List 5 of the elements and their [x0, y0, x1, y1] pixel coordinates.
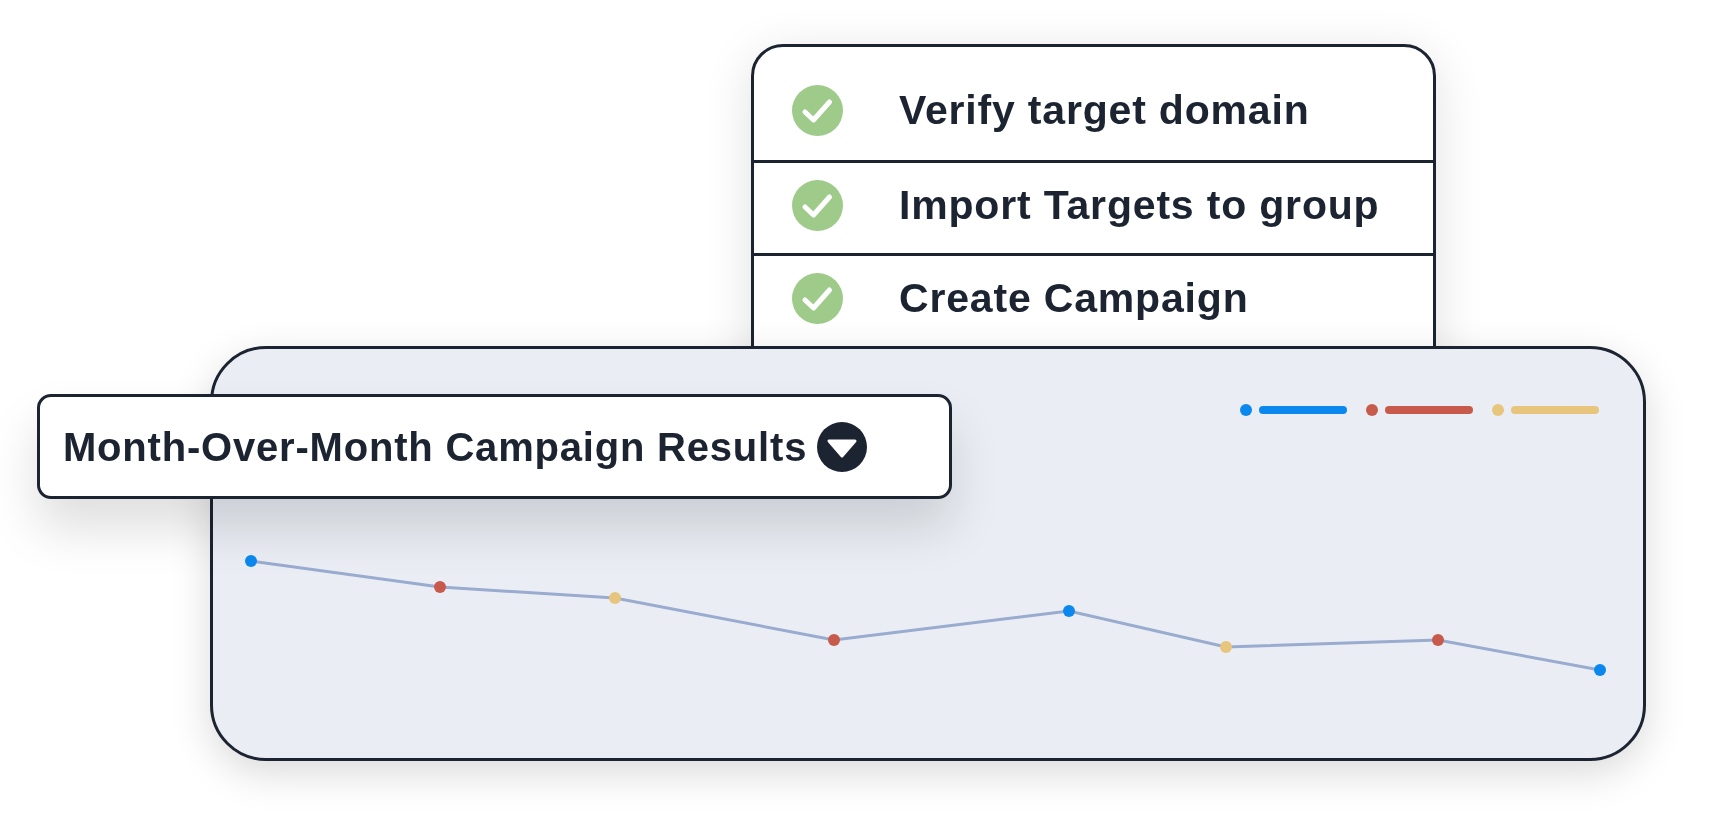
checklist-item-label: Import Targets to group — [899, 184, 1380, 226]
caret-down-icon — [817, 421, 868, 472]
chart-title-dropdown[interactable]: Month-Over-Month Campaign Results — [37, 394, 952, 499]
checklist-item-label: Verify target domain — [899, 90, 1310, 131]
checklist-item-label: Create Campaign — [899, 277, 1249, 319]
